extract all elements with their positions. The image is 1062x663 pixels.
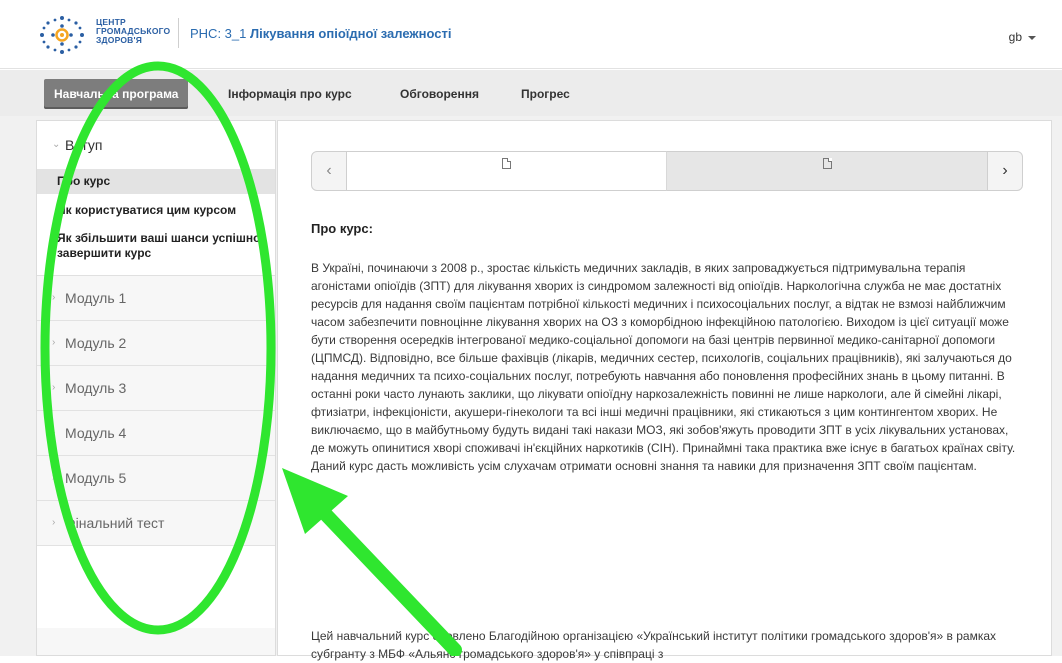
- section-title: Вступ: [65, 137, 103, 153]
- content-paragraph: Цей навчальний курс оновлено Благодійною…: [311, 629, 997, 661]
- section-title: Фінальний тест: [65, 515, 165, 531]
- section-module-1[interactable]: › Модуль 1: [37, 276, 275, 321]
- chevron-right-icon: ›: [52, 292, 56, 303]
- section-module-4[interactable]: › Модуль 4: [37, 411, 275, 456]
- chevron-right-icon: ›: [52, 517, 56, 528]
- section-intro: ⌄ Вступ Про курс Як користуватися цим ку…: [37, 121, 275, 276]
- content-paragraph: В Україні, починаючи з 2008 р., зростає …: [311, 261, 1016, 473]
- section-header[interactable]: › Модуль 5: [37, 456, 275, 501]
- section-module-2[interactable]: › Модуль 2: [37, 321, 275, 366]
- course-content: ‹ › Про курс: В Україні, починаючи з 200…: [277, 120, 1052, 661]
- document-icon: [822, 158, 832, 169]
- section-header[interactable]: › Модуль 2: [37, 321, 275, 366]
- chevron-right-icon: ›: [52, 382, 56, 393]
- section-module-3[interactable]: › Модуль 3: [37, 366, 275, 411]
- org-name-line: ЗДОРОВ'Я: [96, 35, 143, 45]
- subsection-increase-chances[interactable]: Як збільшити ваші шанси успішно завершит…: [37, 223, 275, 275]
- course-name: Лікування опіоїдної залежності: [250, 26, 452, 41]
- previous-unit-button[interactable]: ‹: [311, 151, 347, 191]
- section-title: Модуль 4: [65, 425, 127, 441]
- course-code: PHC: 3_1: [190, 26, 247, 41]
- chevron-right-icon: ›: [52, 472, 56, 483]
- chevron-left-icon: ‹: [326, 162, 332, 179]
- section-title: Модуль 1: [65, 290, 127, 306]
- tab-courseware[interactable]: Навчальна програма: [44, 79, 189, 109]
- chevron-right-icon: ›: [1002, 162, 1008, 179]
- section-header[interactable]: › Модуль 4: [37, 411, 275, 456]
- sequence-navigation: ‹ ›: [311, 151, 1023, 191]
- unit-tab[interactable]: [347, 151, 667, 191]
- section-header[interactable]: › Модуль 3: [37, 366, 275, 411]
- section-title: Модуль 3: [65, 380, 127, 396]
- language-selector[interactable]: gb: [1009, 30, 1036, 44]
- section-title: Модуль 2: [65, 335, 127, 351]
- language-label: gb: [1008, 30, 1022, 44]
- chevron-down-icon: ⌄: [52, 139, 61, 150]
- unit-tab[interactable]: [667, 151, 987, 191]
- section-title: Модуль 5: [65, 470, 127, 486]
- course-navigation: ⌄ Вступ Про курс Як користуватися цим ку…: [36, 120, 276, 656]
- logo-icon[interactable]: [36, 14, 88, 56]
- document-icon: [502, 158, 511, 169]
- subsection-about-course[interactable]: Про курс: [37, 169, 275, 194]
- next-unit-button[interactable]: ›: [987, 151, 1023, 191]
- header-divider: [178, 18, 179, 48]
- sidebar-empty-area: [37, 546, 275, 628]
- section-module-5[interactable]: › Модуль 5: [37, 456, 275, 501]
- tab-progress[interactable]: Прогрес: [511, 79, 580, 109]
- site-header: ЦЕНТР ГРОМАДСЬКОГО ЗДОРОВ'Я PHC: 3_1 Лік…: [0, 0, 1062, 69]
- course-tabs: Навчальна програма Інформація про курс О…: [0, 70, 1062, 116]
- section-header[interactable]: › Фінальний тест: [37, 501, 275, 546]
- section-header[interactable]: › Модуль 1: [37, 276, 275, 321]
- caret-down-icon: [1028, 35, 1036, 40]
- tab-discussion[interactable]: Обговорення: [390, 79, 489, 109]
- tab-course-info[interactable]: Інформація про курс: [218, 79, 362, 109]
- content-heading: Про курс:: [311, 221, 373, 236]
- chevron-right-icon: ›: [52, 427, 56, 438]
- course-title: PHC: 3_1 Лікування опіоїдної залежності: [190, 26, 451, 41]
- section-header[interactable]: ⌄ Вступ: [37, 121, 275, 169]
- chevron-right-icon: ›: [52, 337, 56, 348]
- org-name: ЦЕНТР ГРОМАДСЬКОГО ЗДОРОВ'Я: [96, 18, 170, 45]
- section-final-test[interactable]: › Фінальний тест: [37, 501, 275, 546]
- subsection-how-to-use[interactable]: Як користуватися цим курсом: [37, 194, 275, 223]
